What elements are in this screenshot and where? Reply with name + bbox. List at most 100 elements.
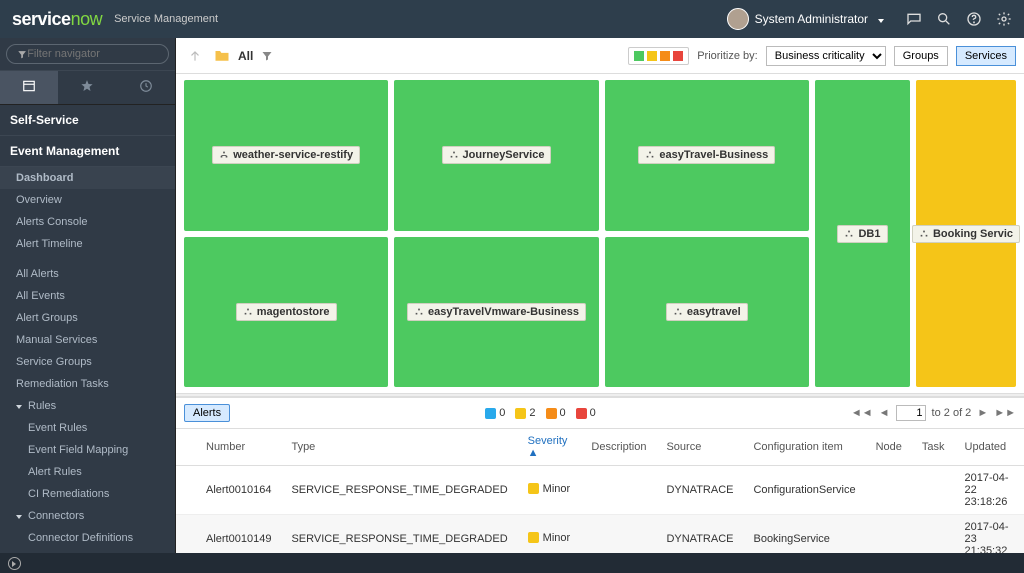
- cell-updated: 2017-04-22 23:18:26: [955, 466, 1024, 515]
- chevron-down-icon: [16, 510, 24, 522]
- nav-dashboard[interactable]: Dashboard: [0, 167, 175, 189]
- nav-tab-all[interactable]: [0, 71, 58, 104]
- pager: ◄◄ ◄ to 2 of 2 ► ►►: [851, 405, 1016, 421]
- nav-tree: Self-Service Event Management Dashboard …: [0, 105, 175, 553]
- section-self-service[interactable]: Self-Service: [0, 105, 175, 136]
- nav-alert-groups[interactable]: Alert Groups: [0, 307, 175, 329]
- pager-input[interactable]: [896, 405, 926, 421]
- nav-event-field-mapping[interactable]: Event Field Mapping: [0, 439, 175, 461]
- nav-ci-remediations[interactable]: CI Remediations: [0, 483, 175, 505]
- col-task[interactable]: Task: [912, 429, 955, 466]
- col-type[interactable]: Type: [281, 429, 517, 466]
- nav-manual-services[interactable]: Manual Services: [0, 329, 175, 351]
- tile-magentostore[interactable]: magentostore: [184, 237, 388, 388]
- cell-source: DYNATRACE: [656, 515, 743, 554]
- cell-description: [581, 466, 656, 515]
- nav-all-events[interactable]: All Events: [0, 285, 175, 307]
- tile-db1[interactable]: DB1: [815, 80, 910, 387]
- cell-ci: BookingService: [743, 515, 865, 554]
- hierarchy-icon: [844, 229, 854, 239]
- filter-input[interactable]: [27, 48, 158, 60]
- tile-booking-service[interactable]: Booking Servic: [916, 80, 1016, 387]
- hierarchy-icon: [919, 229, 929, 239]
- legend-minor: 2: [515, 407, 535, 419]
- col-description[interactable]: Description: [581, 429, 656, 466]
- nav-alerts-console[interactable]: Alerts Console: [0, 211, 175, 233]
- nav-connector-definitions[interactable]: Connector Definitions: [0, 527, 175, 549]
- col-source[interactable]: Source: [656, 429, 743, 466]
- nav-service-groups[interactable]: Service Groups: [0, 351, 175, 373]
- alerts-table: Number Type Severity ▲ Description Sourc…: [176, 429, 1024, 553]
- star-icon: [80, 79, 94, 93]
- filter-navigator[interactable]: [6, 44, 169, 64]
- toolbar: All Prioritize by: Business criticality …: [176, 38, 1024, 74]
- nav-all-alerts[interactable]: All Alerts: [0, 263, 175, 285]
- table-row[interactable]: Alert0010164 SERVICE_RESPONSE_TIME_DEGRA…: [176, 466, 1024, 515]
- tile-easytravel-business[interactable]: easyTravel-Business: [605, 80, 809, 231]
- col-expand[interactable]: [176, 429, 196, 466]
- section-event-mgmt[interactable]: Event Management: [0, 136, 175, 167]
- breadcrumb-all[interactable]: All: [238, 49, 253, 63]
- col-ci[interactable]: Configuration item: [743, 429, 865, 466]
- chat-icon[interactable]: [906, 11, 922, 27]
- cell-task: [912, 466, 955, 515]
- tile-easytravel-vmware[interactable]: easyTravelVmware-Business: [394, 237, 598, 388]
- nav-alert-timeline[interactable]: Alert Timeline: [0, 233, 175, 255]
- cell-task: [912, 515, 955, 554]
- pager-first[interactable]: ◄◄: [851, 407, 873, 419]
- list-icon: [22, 79, 36, 93]
- col-updated[interactable]: Updated: [955, 429, 1024, 466]
- cell-updated: 2017-04-23 21:35:32: [955, 515, 1024, 554]
- nav-connectors[interactable]: Connectors: [0, 505, 175, 527]
- avatar: [727, 8, 749, 30]
- user-menu[interactable]: System Administrator: [719, 4, 892, 34]
- app-label: Service Management: [114, 13, 218, 25]
- legend-info: 0: [485, 407, 505, 419]
- hierarchy-icon: [673, 307, 683, 317]
- collapse-icon[interactable]: [8, 557, 21, 570]
- col-node[interactable]: Node: [866, 429, 912, 466]
- chevron-down-icon: [874, 12, 884, 26]
- nav-remediation-tasks[interactable]: Remediation Tasks: [0, 373, 175, 395]
- col-number[interactable]: Number: [196, 429, 281, 466]
- pager-info: to 2 of 2: [932, 407, 972, 419]
- nav-tab-history[interactable]: [117, 71, 175, 104]
- nav-alert-rules[interactable]: Alert Rules: [0, 461, 175, 483]
- cell-number: Alert0010149: [196, 515, 281, 554]
- search-icon[interactable]: [936, 11, 952, 27]
- clock-icon: [139, 79, 153, 93]
- nav-rules[interactable]: Rules: [0, 395, 175, 417]
- nav-event-rules[interactable]: Event Rules: [0, 417, 175, 439]
- services-button[interactable]: Services: [956, 46, 1016, 66]
- alerts-panel: Alerts 0 2 0 0 ◄◄ ◄ to 2 of 2 ► ►►: [176, 397, 1024, 553]
- filter-icon[interactable]: [261, 50, 273, 62]
- hierarchy-icon: [645, 150, 655, 160]
- prioritize-select[interactable]: Business criticality: [766, 46, 886, 66]
- gear-icon[interactable]: [996, 11, 1012, 27]
- tile-easytravel[interactable]: easytravel: [605, 237, 809, 388]
- groups-button[interactable]: Groups: [894, 46, 948, 66]
- hierarchy-icon: [449, 150, 459, 160]
- severity-legend: 0 2 0 0: [485, 407, 596, 419]
- up-button[interactable]: [184, 45, 206, 67]
- col-severity[interactable]: Severity ▲: [518, 429, 582, 466]
- tile-weather-service[interactable]: weather-service-restify: [184, 80, 388, 231]
- chevron-down-icon: [16, 400, 24, 412]
- pager-last[interactable]: ►►: [994, 407, 1016, 419]
- tile-journey-service[interactable]: JourneyService: [394, 80, 598, 231]
- cell-number: Alert0010164: [196, 466, 281, 515]
- cell-ci: ConfigurationService: [743, 466, 865, 515]
- nav-tab-favorites[interactable]: [58, 71, 116, 104]
- hierarchy-icon: [219, 150, 229, 160]
- alerts-tab[interactable]: Alerts: [184, 404, 230, 422]
- pager-prev[interactable]: ◄: [879, 407, 890, 419]
- table-row[interactable]: Alert0010149 SERVICE_RESPONSE_TIME_DEGRA…: [176, 515, 1024, 554]
- nav-overview[interactable]: Overview: [0, 189, 175, 211]
- pager-next[interactable]: ►: [977, 407, 988, 419]
- legend-red: [673, 51, 683, 61]
- nav-connector-instances[interactable]: Connector Instances: [0, 549, 175, 553]
- cell-node: [866, 515, 912, 554]
- logo: servicenow: [12, 9, 102, 30]
- help-icon[interactable]: [966, 11, 982, 27]
- sidebar: Self-Service Event Management Dashboard …: [0, 38, 176, 553]
